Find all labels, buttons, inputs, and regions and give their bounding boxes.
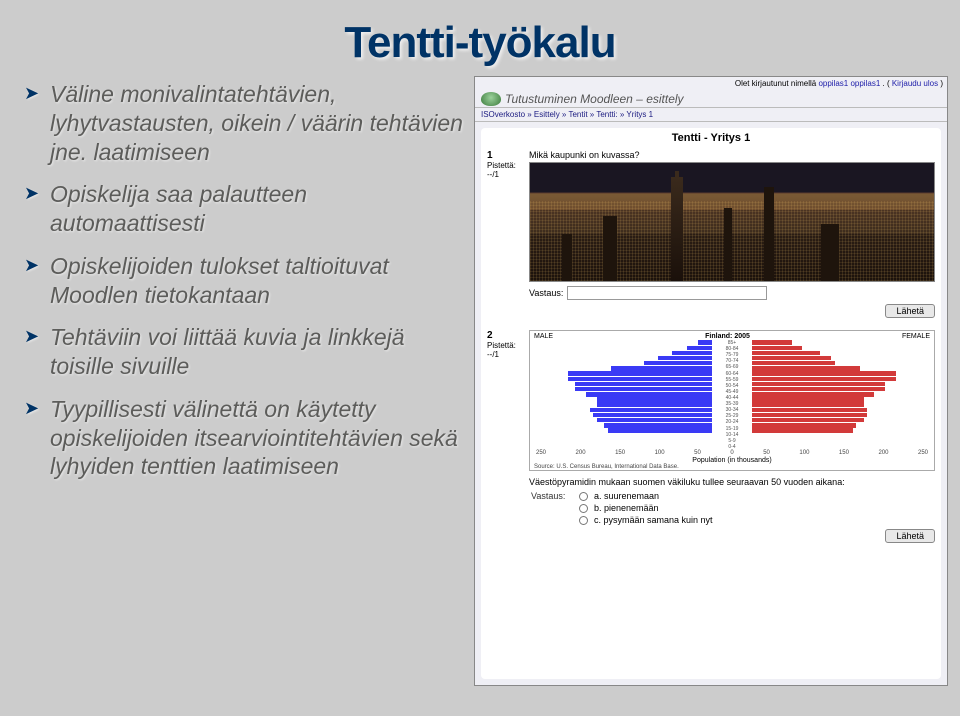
content-row: Väline monivalintatehtävien, lyhytvastau…	[0, 76, 960, 716]
pyramid-bars: 85+80-8475-7970-7465-6960-6455-5950-5445…	[532, 340, 932, 450]
q1-send-button[interactable]: Lähetä	[885, 304, 935, 318]
q2-number: 2	[487, 330, 523, 341]
q2-content: MALE Finland: 2005 FEMALE 85+80-8475-797…	[529, 330, 935, 543]
pyramid-source: Source: U.S. Census Bureau, Internationa…	[532, 464, 932, 470]
answer-label: Vastaus:	[531, 491, 573, 501]
q2-option-b[interactable]: b. pienenemään	[531, 503, 935, 513]
radio-icon[interactable]	[579, 504, 588, 513]
q2-send-button[interactable]: Lähetä	[885, 529, 935, 543]
q1-content: Mikä kaupunki on kuvassa? Vastaus: Lähet…	[529, 150, 935, 324]
bullet-item: Opiskelija saa palautteen automaattisest…	[24, 180, 464, 238]
q2-option-a[interactable]: Vastaus: a. suurenemaan	[531, 491, 935, 501]
pyramid-x-axis: 25020015010050050100150200250	[532, 450, 932, 456]
opt-b-text: b. pienenemään	[594, 503, 659, 513]
q2-options: Vastaus: a. suurenemaan b. pienenemään	[529, 491, 935, 525]
opt-c-text: c. pysymään samana kuin nyt	[594, 515, 713, 525]
opt-a-text: a. suurenemaan	[594, 491, 659, 501]
answer-label: Vastaus:	[529, 288, 563, 298]
bullet-item: Tehtäviin voi liittää kuvia ja linkkejä …	[24, 323, 464, 381]
population-pyramid-chart: MALE Finland: 2005 FEMALE 85+80-8475-797…	[529, 330, 935, 471]
embedded-screenshot: Olet kirjautunut nimellä oppilas1 oppila…	[474, 76, 948, 686]
radio-icon[interactable]	[579, 516, 588, 525]
login-close: )	[940, 79, 943, 88]
q2-option-c[interactable]: c. pysymään samana kuin nyt	[531, 515, 935, 525]
bullet-item: Tyypillisesti välinettä on käytetty opis…	[24, 395, 464, 481]
quiz-title: Tentti - Yritys 1	[487, 132, 935, 144]
site-logo-icon	[481, 92, 501, 106]
q2-points: Pistettä: --/1	[487, 341, 523, 359]
q1-points: Pistettä: --/1	[487, 161, 523, 179]
breadcrumb[interactable]: ISOverkosto » Esittely » Tentit » Tentti…	[475, 107, 947, 122]
quiz-body: Tentti - Yritys 1 1 Pistettä: --/1 Mikä …	[481, 128, 941, 679]
pyramid-x-label: Population (in thousands)	[532, 457, 932, 464]
logout-link[interactable]: Kirjaudu ulos	[892, 79, 938, 88]
pyramid-title: Finland: 2005	[705, 333, 750, 340]
question-2: 2 Pistettä: --/1 MALE Finland: 2005 FEMA…	[487, 330, 935, 543]
q2-text: Väestöpyramidin mukaan suomen väkiluku t…	[529, 477, 935, 487]
q2-sidebar: 2 Pistettä: --/1	[487, 330, 523, 543]
login-status: Olet kirjautunut nimellä oppilas1 oppila…	[475, 77, 947, 90]
q1-sidebar: 1 Pistettä: --/1	[487, 150, 523, 324]
slide: Tentti-työkalu Väline monivalintatehtävi…	[0, 0, 960, 716]
q1-answer-input[interactable]	[567, 286, 767, 300]
bullet-list: Väline monivalintatehtävien, lyhytvastau…	[24, 76, 464, 686]
radio-icon[interactable]	[579, 492, 588, 501]
bullet-item: Opiskelijoiden tulokset taltioituvat Moo…	[24, 252, 464, 310]
course-header: Tutustuminen Moodleen – esittely	[475, 90, 947, 107]
city-image	[529, 162, 935, 282]
slide-title: Tentti-työkalu	[0, 18, 960, 68]
course-title: Tutustuminen Moodleen – esittely	[505, 92, 684, 106]
q1-number: 1	[487, 150, 523, 161]
q1-answer-row: Vastaus:	[529, 286, 935, 300]
bullet-item: Väline monivalintatehtävien, lyhytvastau…	[24, 80, 464, 166]
pyramid-female-label: FEMALE	[902, 333, 930, 340]
login-post: . (	[883, 79, 890, 88]
login-pre: Olet kirjautunut nimellä	[735, 79, 819, 88]
question-1: 1 Pistettä: --/1 Mikä kaupunki on kuvass…	[487, 150, 935, 324]
pyramid-male-label: MALE	[534, 333, 553, 340]
user-link[interactable]: oppilas1 oppilas1	[818, 79, 880, 88]
q1-text: Mikä kaupunki on kuvassa?	[529, 150, 935, 160]
